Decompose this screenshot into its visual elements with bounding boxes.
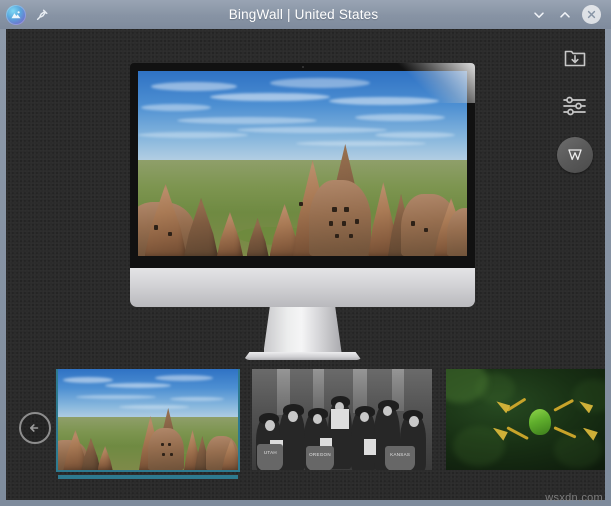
download-button[interactable] — [557, 41, 593, 75]
minimize-button[interactable] — [530, 6, 547, 23]
thumbnail-indicator-placeholder — [252, 475, 432, 479]
monitor-stand-neck — [263, 307, 342, 352]
maximize-button[interactable] — [556, 6, 573, 23]
thumbnail-strip[interactable]: UTAH OREGON KANSAS — [6, 369, 605, 499]
window-controls — [481, 5, 605, 24]
banner-label-1: OREGON — [306, 445, 334, 470]
thumb-suffragettes[interactable]: UTAH OREGON KANSAS — [252, 369, 432, 470]
monitor-screen-frame — [130, 63, 475, 268]
banner-label-2: KANSAS — [385, 445, 416, 470]
thumbnail-item-0[interactable] — [56, 369, 240, 479]
thumb-cappadocia-image — [58, 369, 238, 470]
monitor-stand-base — [243, 352, 362, 360]
wallpaper-w-icon — [568, 149, 582, 161]
webcam-dot — [301, 66, 304, 68]
bingwall-app-icon[interactable] — [6, 4, 26, 25]
monitor-chin — [130, 268, 475, 307]
app-window: BingWall | United States UTAH OREGON KAN… — [0, 0, 611, 506]
thumb-cappadocia[interactable] — [56, 369, 240, 472]
thumbnail-item-1[interactable]: UTAH OREGON KANSAS — [252, 369, 432, 479]
pin-icon[interactable] — [34, 7, 50, 23]
cappadocia-scene — [138, 71, 467, 256]
banner-label-0: UTAH — [257, 443, 284, 470]
close-button[interactable] — [582, 5, 601, 24]
title-bar-left-controls — [6, 4, 126, 25]
main-content: UTAH OREGON KANSAS — [6, 29, 605, 500]
thumb-flying-frog-image — [446, 369, 605, 470]
monitor-preview — [130, 63, 475, 360]
settings-button[interactable] — [557, 89, 593, 123]
title-bar: BingWall | United States — [0, 0, 611, 29]
watermark: wsxdn.com — [545, 492, 603, 504]
thumb-flying-frog[interactable] — [446, 369, 605, 470]
thumb-suffragettes-image: UTAH OREGON KANSAS — [252, 369, 432, 470]
thumbnail-selected-indicator — [58, 475, 238, 479]
thumbnail-item-2[interactable] — [446, 369, 605, 479]
action-toolbar — [555, 41, 595, 173]
window-title: BingWall | United States — [228, 7, 379, 22]
set-wallpaper-button[interactable] — [557, 137, 593, 173]
wallpaper-preview-image[interactable] — [138, 71, 467, 256]
thumbnail-indicator-placeholder-2 — [446, 475, 605, 479]
